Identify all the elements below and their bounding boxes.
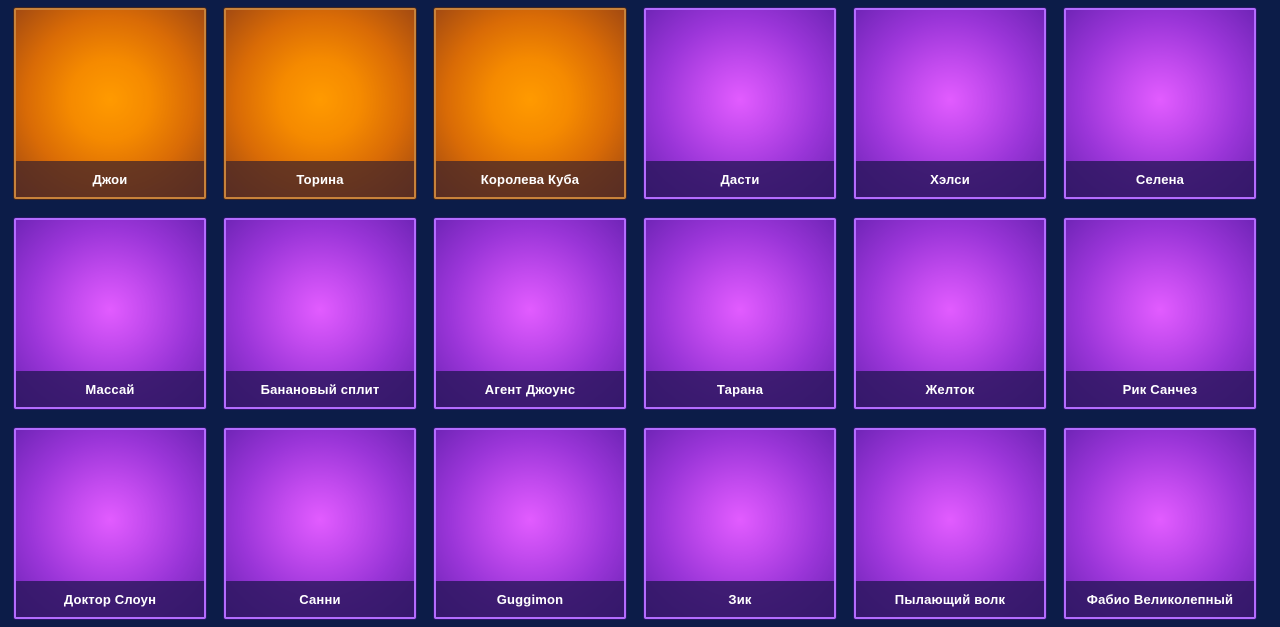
character-name: Пылающий волк (856, 581, 1044, 617)
character-name: Тарана (646, 371, 834, 407)
character-name: Желток (856, 371, 1044, 407)
character-card[interactable]: Массай (14, 218, 206, 409)
character-card[interactable]: Доктор Слоун (14, 428, 206, 619)
character-name: Торина (226, 161, 414, 197)
character-name: Селена (1066, 161, 1254, 197)
character-card[interactable]: Торина (224, 8, 416, 199)
character-card[interactable]: Фабио Великолепный (1064, 428, 1256, 619)
character-name: Guggimon (436, 581, 624, 617)
character-card[interactable]: Дасти (644, 8, 836, 199)
character-card[interactable]: Пылающий волк (854, 428, 1046, 619)
character-name: Банановый сплит (226, 371, 414, 407)
character-card[interactable]: Желток (854, 218, 1046, 409)
character-card[interactable]: Джои (14, 8, 206, 199)
character-name: Королева Куба (436, 161, 624, 197)
character-name: Фабио Великолепный (1066, 581, 1254, 617)
character-card[interactable]: Королева Куба (434, 8, 626, 199)
character-card[interactable]: Guggimon (434, 428, 626, 619)
character-name: Санни (226, 581, 414, 617)
character-name: Дасти (646, 161, 834, 197)
character-name: Хэлси (856, 161, 1044, 197)
character-name: Джои (16, 161, 204, 197)
character-name: Рик Санчез (1066, 371, 1254, 407)
character-card[interactable]: Селена (1064, 8, 1256, 199)
character-card[interactable]: Агент Джоунс (434, 218, 626, 409)
character-card[interactable]: Рик Санчез (1064, 218, 1256, 409)
character-name: Доктор Слоун (16, 581, 204, 617)
character-name: Зик (646, 581, 834, 617)
character-name: Массай (16, 371, 204, 407)
character-card[interactable]: Тарана (644, 218, 836, 409)
character-card[interactable]: Зик (644, 428, 836, 619)
character-card[interactable]: Санни (224, 428, 416, 619)
character-card[interactable]: Банановый сплит (224, 218, 416, 409)
character-card[interactable]: Хэлси (854, 8, 1046, 199)
character-grid: Джои Торина Королева Куба Дасти Хэлси Се… (14, 8, 1256, 619)
character-name: Агент Джоунс (436, 371, 624, 407)
